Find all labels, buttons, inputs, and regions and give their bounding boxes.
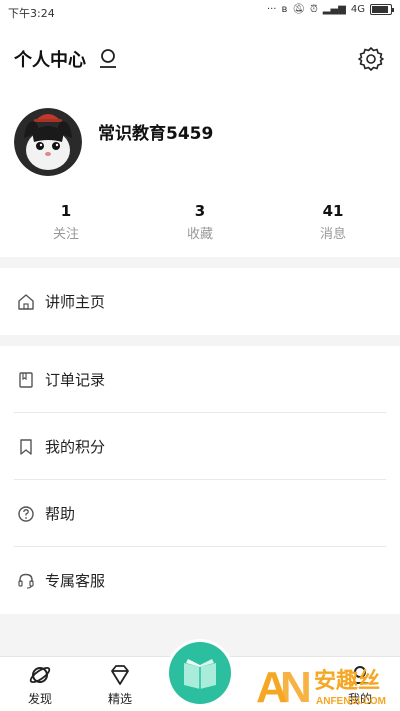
menu-item-service[interactable]: 专属客服 (0, 547, 400, 614)
status-bar: 下午3:24 ··· ʙ 🔕︎ ⏰︎ ▂▄▆ 4G (0, 0, 400, 24)
menu-item-label: 帮助 (45, 505, 76, 523)
person-icon[interactable] (98, 48, 118, 70)
tab-label: 精选 (107, 692, 132, 706)
more-dots-icon: ··· (266, 4, 277, 15)
menu-item-orders[interactable]: 订单记录 (0, 346, 400, 413)
username: 常识教育5459 (98, 124, 214, 144)
watermark-subtitle: ANFENSI.COM (316, 696, 386, 707)
menu-item-teacher-home[interactable]: 讲师主页 (0, 268, 400, 335)
menu-item-points[interactable]: 我的积分 (0, 413, 400, 480)
open-book-icon (184, 659, 216, 689)
watermark-title: 安趣丝 (314, 668, 380, 694)
site-watermark: A N 安趣丝 ANFENSI.COM (256, 663, 386, 711)
tab-featured[interactable]: 精选 (90, 663, 150, 707)
status-icons: ··· ʙ 🔕︎ ⏰︎ ▂▄▆ 4G (266, 4, 394, 15)
profile-card: 个人中心 常识教育5459 1 关注 3 收藏 41 消息 (0, 24, 400, 257)
center-book-button[interactable] (169, 642, 231, 704)
stat-messages[interactable]: 41 消息 (283, 202, 383, 242)
menu-section: 订单记录 我的积分 帮助 专属客服 (0, 346, 400, 614)
help-icon (16, 504, 36, 524)
home-icon (16, 292, 36, 312)
menu-item-label: 我的积分 (45, 438, 106, 456)
stat-following-label: 关注 (52, 227, 79, 242)
stat-favorites-label: 收藏 (186, 227, 213, 242)
mute-icon: 🔕︎ (292, 4, 305, 15)
menu-item-label: 订单记录 (45, 371, 106, 389)
menu-item-help[interactable]: 帮助 (0, 480, 400, 547)
stat-messages-count: 41 (322, 202, 344, 220)
network-type: 4G (350, 4, 365, 15)
battery-icon (370, 4, 394, 15)
bluetooth-icon: ʙ (281, 4, 288, 15)
stat-favorites[interactable]: 3 收藏 (150, 202, 250, 242)
status-time: 下午3:24 (8, 7, 55, 20)
menu-item-label: 讲师主页 (45, 293, 106, 311)
teacher-section: 讲师主页 (0, 268, 400, 335)
diamond-icon (90, 663, 150, 687)
headset-icon (16, 571, 36, 591)
signal-icon: ▂▄▆ (322, 4, 346, 15)
avatar[interactable] (14, 108, 82, 176)
svg-text:N: N (280, 663, 312, 711)
stat-following-count: 1 (60, 202, 72, 220)
tab-discover[interactable]: 发现 (10, 663, 70, 707)
stat-messages-label: 消息 (319, 227, 346, 242)
bookmark-book-icon (16, 370, 36, 390)
menu-item-label: 专属客服 (45, 572, 106, 590)
bookmark-icon (16, 437, 36, 457)
page-title: 个人中心 (14, 50, 86, 71)
tab-label: 发现 (27, 692, 52, 706)
stat-following[interactable]: 1 关注 (16, 202, 116, 242)
alarm-icon: ⏰︎ (309, 4, 318, 15)
planet-icon (10, 663, 70, 687)
gear-icon[interactable] (358, 46, 384, 72)
stat-favorites-count: 3 (194, 202, 206, 220)
